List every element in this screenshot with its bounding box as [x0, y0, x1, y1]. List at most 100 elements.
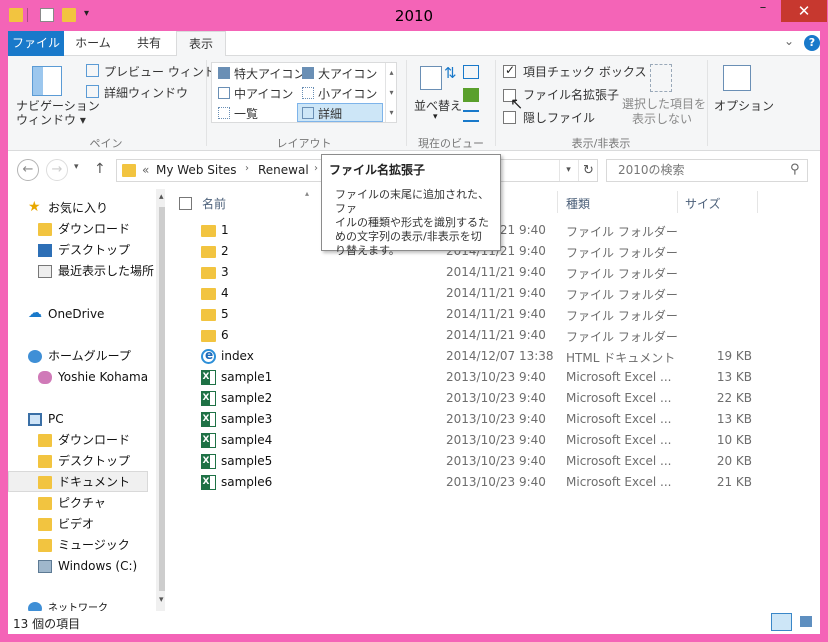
preview-pane-button[interactable]: プレビュー ウィンドウ: [104, 63, 228, 80]
close-button[interactable]: ✕: [781, 0, 827, 22]
scroll-up-icon[interactable]: ▴: [159, 192, 164, 202]
nav-fav-downloads[interactable]: ダウンロード: [38, 219, 130, 240]
file-row[interactable]: sample5 2013/10/23 9:40 Microsoft Excel ..…: [165, 451, 820, 472]
search-input[interactable]: 2010の検索: [606, 159, 808, 182]
file-type: ファイル フォルダー: [566, 246, 678, 260]
breadcrumb-my-web-sites[interactable]: My Web Sites: [156, 163, 237, 177]
file-date: 2014/11/21 9:40: [446, 265, 546, 279]
file-row[interactable]: index 2014/12/07 13:38 HTML ドキュメント 19 KB: [165, 346, 820, 367]
nav-favorites[interactable]: ★ お気に入り: [28, 198, 108, 219]
up-button[interactable]: ↑: [94, 161, 106, 177]
status-bar: 13 個の項目: [8, 611, 820, 634]
item-checkboxes-checkbox[interactable]: [503, 63, 516, 78]
nav-pc-videos[interactable]: ビデオ: [38, 514, 94, 535]
breadcrumb-separator-icon[interactable]: ›: [314, 163, 318, 174]
column-header-name[interactable]: 名前: [202, 195, 226, 212]
select-all-checkbox[interactable]: [179, 196, 192, 210]
network-icon: [28, 602, 42, 611]
layout-large-icons[interactable]: 大アイコン: [318, 65, 377, 82]
downloads-folder-icon: [38, 434, 52, 447]
nav-onedrive[interactable]: ☁ OneDrive: [28, 304, 104, 325]
scroll-down-icon[interactable]: ▾: [159, 595, 164, 605]
file-type: Microsoft Excel ...: [566, 433, 672, 447]
layout-small-icons[interactable]: 小アイコン: [318, 85, 377, 102]
nav-pc-drive-c[interactable]: Windows (C:): [38, 556, 137, 577]
gallery-scroll[interactable]: ▴ ▾ ▾: [385, 63, 397, 122]
forward-button[interactable]: →: [46, 159, 68, 181]
layout-medium-icons[interactable]: 中アイコン: [234, 85, 293, 102]
file-row[interactable]: 6 2014/11/21 9:40 ファイル フォルダー: [165, 325, 820, 346]
nav-item-label: Windows (C:): [58, 559, 138, 573]
tab-file[interactable]: ファイル: [8, 31, 64, 56]
file-row[interactable]: 4 2014/11/21 9:40 ファイル フォルダー: [165, 283, 820, 304]
nav-item-label: ピクチャ: [58, 496, 106, 510]
breadcrumb-overflow[interactable]: «: [142, 163, 149, 177]
recent-locations-icon[interactable]: ▾: [74, 162, 79, 172]
drive-icon: [38, 560, 52, 573]
tab-home[interactable]: ホーム: [68, 31, 118, 56]
sort-by-icon[interactable]: [420, 66, 442, 90]
column-header-size[interactable]: サイズ: [685, 195, 721, 212]
chevron-down-icon[interactable]: ▾: [433, 112, 438, 122]
tab-share[interactable]: 共有: [124, 31, 174, 56]
file-row[interactable]: sample6 2013/10/23 9:40 Microsoft Excel ..…: [165, 472, 820, 493]
desktop-folder-icon: [38, 455, 52, 468]
file-size: 22 KB: [716, 391, 752, 405]
file-row[interactable]: sample2 2013/10/23 9:40 Microsoft Excel ..…: [165, 388, 820, 409]
homegroup-icon: [28, 350, 42, 363]
nav-pc-music[interactable]: ミュージック: [38, 535, 130, 556]
nav-pc-documents[interactable]: ドキュメント: [38, 472, 130, 493]
music-folder-icon: [38, 539, 52, 552]
nav-fav-recent[interactable]: 最近表示した場所: [38, 261, 154, 282]
search-icon[interactable]: ⚲: [790, 162, 800, 177]
file-row[interactable]: sample3 2013/10/23 9:40 Microsoft Excel ..…: [165, 409, 820, 430]
size-columns-icon[interactable]: [463, 110, 479, 122]
refresh-icon[interactable]: ↻: [578, 160, 598, 181]
details-view-button[interactable]: [771, 613, 792, 631]
column-header-type[interactable]: 種類: [566, 195, 590, 212]
help-icon[interactable]: ?: [804, 35, 820, 51]
sort-arrows-icon: ⇅: [444, 64, 457, 82]
back-button[interactable]: ←: [17, 159, 39, 181]
nav-pc-downloads[interactable]: ダウンロード: [38, 430, 130, 451]
sort-ascending-icon: ▴: [305, 189, 310, 198]
hide-selected-button[interactable]: 選択した項目を 表示しない: [622, 97, 706, 127]
desktop-icon: [38, 244, 52, 257]
address-dropdown-icon[interactable]: ▾: [559, 160, 577, 181]
tab-view[interactable]: 表示: [176, 31, 226, 57]
nav-homegroup-user[interactable]: Yoshie Kohama: [38, 367, 148, 388]
file-type: Microsoft Excel ...: [566, 391, 672, 405]
nav-pc-desktop[interactable]: デスクトップ: [38, 451, 130, 472]
nav-network[interactable]: ネットワーク: [28, 598, 108, 611]
file-row[interactable]: sample4 2013/10/23 9:40 Microsoft Excel ..…: [165, 430, 820, 451]
breadcrumb-renewal[interactable]: Renewal: [258, 163, 309, 177]
sort-by-button[interactable]: 並べ替え: [414, 97, 462, 114]
details-pane-button[interactable]: 詳細ウィンドウ: [104, 84, 188, 101]
layout-extra-large-icons[interactable]: 特大アイコン: [234, 65, 305, 82]
chevron-down-icon[interactable]: ⌄: [784, 34, 794, 48]
minimize-button[interactable]: –: [750, 0, 776, 22]
small-icons-icon: [302, 87, 314, 99]
group-by-icon[interactable]: [463, 65, 479, 79]
options-icon[interactable]: [723, 65, 751, 91]
options-button[interactable]: オプション: [714, 97, 774, 114]
details-pane-icon: [86, 85, 99, 98]
add-columns-icon[interactable]: [463, 88, 479, 102]
navigation-pane-icon[interactable]: [32, 66, 62, 96]
navigation-pane-button[interactable]: ナビゲーション ウィンドウ ▾: [16, 99, 100, 127]
file-row[interactable]: 5 2014/11/21 9:40 ファイル フォルダー: [165, 304, 820, 325]
file-type: ファイル フォルダー: [566, 309, 678, 323]
layout-list[interactable]: 一覧: [234, 105, 258, 122]
nav-fav-desktop[interactable]: デスクトップ: [38, 240, 130, 261]
nav-pc-pictures[interactable]: ピクチャ: [38, 493, 106, 514]
breadcrumb-separator-icon[interactable]: ›: [245, 163, 249, 174]
file-row[interactable]: 3 2014/11/21 9:40 ファイル フォルダー: [165, 262, 820, 283]
file-row[interactable]: sample1 2013/10/23 9:40 Microsoft Excel ..…: [165, 367, 820, 388]
documents-folder-icon: [38, 476, 52, 489]
file-date: 2014/11/21 9:40: [446, 328, 546, 342]
nav-pc[interactable]: PC: [28, 409, 64, 430]
nav-homegroup[interactable]: ホームグループ: [28, 346, 131, 367]
layout-details[interactable]: 詳細: [318, 105, 342, 122]
divider: [406, 60, 407, 146]
large-icons-view-button[interactable]: [796, 613, 817, 631]
